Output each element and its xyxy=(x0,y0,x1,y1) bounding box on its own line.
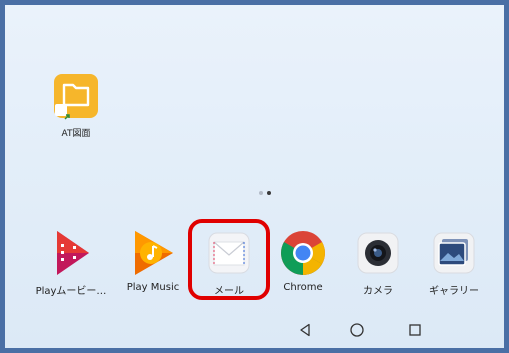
page-dot xyxy=(259,191,263,195)
app-label: Chrome xyxy=(283,282,323,293)
folder-icon xyxy=(54,74,98,120)
app-label: Play Music xyxy=(126,282,180,293)
mail-highlight-box xyxy=(188,219,270,300)
shortcut-arrow-icon xyxy=(55,104,70,120)
app-chrome[interactable]: Chrome xyxy=(266,227,340,293)
app-gallery[interactable]: ギャラリー xyxy=(417,227,491,297)
gallery-icon xyxy=(428,227,480,279)
back-icon[interactable] xyxy=(290,315,320,345)
app-play-music[interactable]: Play Music xyxy=(116,227,190,293)
app-camera[interactable]: カメラ xyxy=(341,227,415,297)
app-label: Playムービー… xyxy=(35,286,107,297)
recents-icon[interactable] xyxy=(400,315,430,345)
shortcut-label: AT図面 xyxy=(61,129,91,139)
home-icon[interactable] xyxy=(342,315,372,345)
app-play-movies[interactable]: Playムービー… xyxy=(34,227,108,297)
page-dot-active xyxy=(267,191,271,195)
page-indicator xyxy=(253,190,277,196)
chrome-icon xyxy=(277,227,329,279)
navigation-bar xyxy=(5,315,504,348)
tablet-home-screen: AT図面 Playムービー… Play Music メール Chrome カメラ… xyxy=(0,0,509,353)
play-music-icon xyxy=(127,227,179,279)
app-label: ギャラリー xyxy=(429,286,479,297)
camera-icon xyxy=(352,227,404,279)
app-label: カメラ xyxy=(363,286,393,297)
shortcut-at-zumen[interactable]: AT図面 xyxy=(47,74,105,139)
play-movies-icon xyxy=(45,227,97,279)
